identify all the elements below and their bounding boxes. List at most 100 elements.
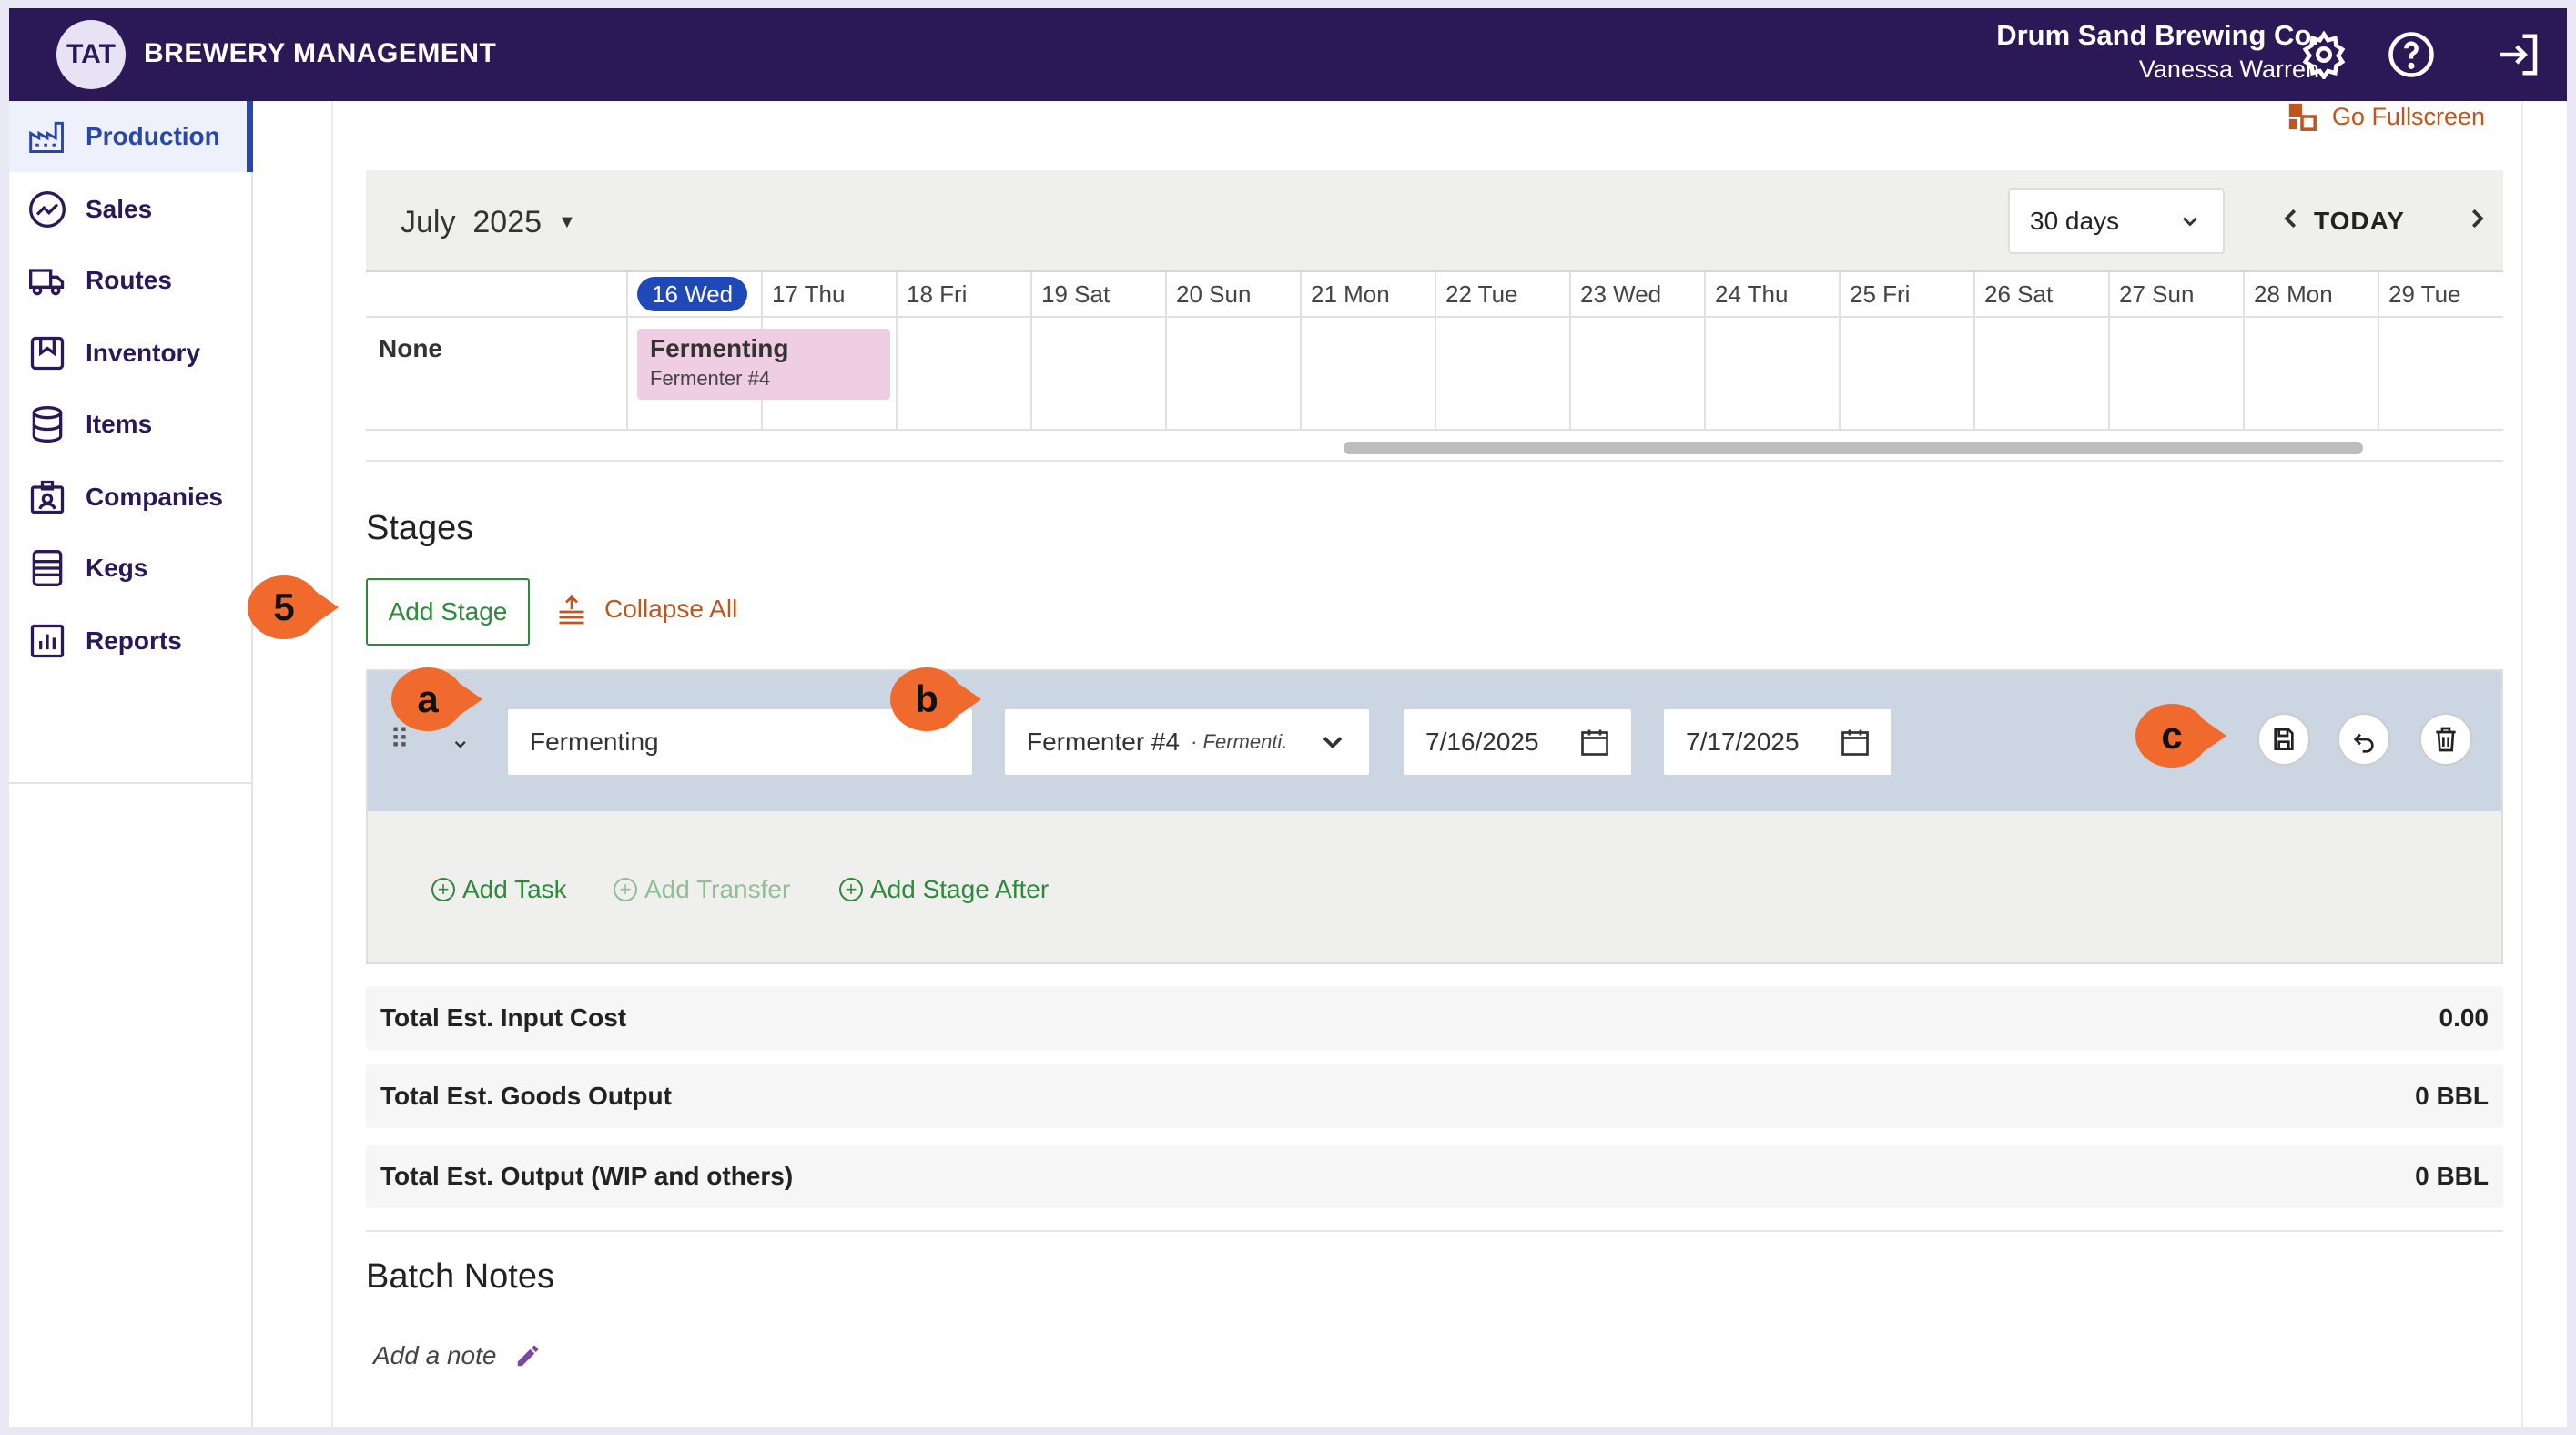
grid-line [1435, 318, 1436, 431]
sidebar-item-companies[interactable]: Companies [9, 462, 253, 533]
callout-badge: b [890, 667, 981, 731]
save-button[interactable] [2257, 713, 2310, 766]
gear-icon[interactable] [2299, 30, 2348, 81]
add-transfer-label: Add Transfer [644, 875, 791, 903]
plus-circle-icon: + [839, 878, 863, 901]
total-value: 0 BBL [2415, 1162, 2489, 1190]
day-column-header[interactable]: 23 Wed [1569, 272, 1704, 316]
stage-name-value: Fermenting [530, 728, 659, 756]
sidebar-item-sales[interactable]: Sales [9, 174, 253, 245]
sidebar-item-kegs[interactable]: Kegs [9, 533, 253, 604]
callout-badge: a [391, 667, 482, 731]
prev-arrow-icon[interactable] [2277, 205, 2305, 240]
add-transfer-button[interactable]: + Add Transfer [614, 875, 790, 904]
year-label: 2025 [472, 205, 543, 239]
sidebar-divider [9, 782, 253, 784]
end-date-value: 7/17/2025 [1686, 728, 1800, 756]
calendar-header: July 2025 ▼ 30 days TODAY [366, 170, 2503, 272]
range-select[interactable]: 30 days [2008, 188, 2225, 254]
undo-button[interactable] [2338, 713, 2390, 766]
grid-line [2108, 318, 2110, 431]
app-window: TAT BREWERY MANAGEMENT Drum Sand Brewing… [9, 8, 2567, 1427]
logout-icon[interactable] [2494, 30, 2543, 79]
app-title: BREWERY MANAGEMENT [144, 38, 497, 68]
day-column-header[interactable]: 26 Sat [1973, 272, 2108, 316]
total-value: 0 BBL [2415, 1082, 2489, 1110]
sidebar-item-inventory[interactable]: Inventory [9, 318, 253, 389]
calendar-icon[interactable] [1578, 726, 1611, 758]
add-task-button[interactable]: + Add Task [431, 875, 567, 904]
day-column-header[interactable]: 28 Mon [2243, 272, 2378, 316]
collapse-all-label: Collapse All [604, 595, 738, 623]
delete-button[interactable] [2419, 713, 2472, 766]
grid-line [2243, 318, 2245, 431]
total-row: Total Est. Goods Output 0 BBL [366, 1064, 2503, 1128]
next-arrow-icon[interactable] [2463, 205, 2490, 240]
chevron-down-icon [2182, 217, 2198, 227]
day-column-header[interactable]: 27 Sun [2108, 272, 2243, 316]
user-name: Vanessa Warren [2138, 56, 2319, 83]
day-column-header[interactable]: 17 Thu [761, 272, 896, 316]
collapse-icon [559, 595, 584, 625]
day-column-header[interactable]: 16 Wed [626, 272, 761, 316]
keg-icon [32, 550, 63, 586]
grid-line [1839, 318, 1841, 431]
go-fullscreen-link[interactable]: Go Fullscreen [2287, 101, 2485, 132]
total-label: Total Est. Input Cost [380, 1003, 627, 1032]
stages-heading: Stages [366, 509, 474, 547]
grid-line [2378, 318, 2379, 431]
grid-line [896, 318, 898, 431]
day-column-header[interactable]: 18 Fri [896, 272, 1030, 316]
end-date-input[interactable]: 7/17/2025 [1664, 709, 1891, 775]
total-label: Total Est. Goods Output [380, 1082, 672, 1110]
sidebar: Production Sales Routes Inventory Items … [9, 101, 253, 1427]
grid-line [626, 318, 628, 431]
help-icon[interactable] [2387, 30, 2436, 79]
range-value: 30 days [2030, 207, 2120, 235]
sidebar-item-label: Production [86, 122, 220, 150]
add-stage-after-button[interactable]: + Add Stage After [839, 875, 1049, 904]
factory-icon [29, 121, 64, 153]
save-icon [2274, 728, 2294, 750]
collapse-all-button[interactable]: Collapse All [555, 593, 737, 626]
day-column-header[interactable]: 19 Sat [1030, 272, 1165, 316]
vessel-select[interactable]: Fermenter #4 · Fermenti. [1005, 709, 1369, 775]
grid-line [1300, 318, 1302, 431]
day-column-header[interactable]: 20 Sun [1165, 272, 1300, 316]
calendar-icon[interactable] [1839, 726, 1871, 758]
day-column-header[interactable]: 21 Mon [1300, 272, 1435, 316]
day-column-header[interactable]: 29 Tue [2378, 272, 2503, 316]
day-column-header[interactable]: 25 Fri [1839, 272, 1973, 316]
sidebar-item-production[interactable]: Production [9, 101, 253, 172]
resource-row: None Fermenting Fermenter #4 [366, 316, 2503, 431]
sidebar-item-items[interactable]: Items [9, 389, 253, 460]
gantt-calendar: July 2025 ▼ 30 days TODAY 16 Wed 17 Thu [366, 170, 2503, 462]
add-stage-after-label: Add Stage After [870, 875, 1050, 903]
add-task-label: Add Task [462, 875, 567, 903]
day-column-header[interactable]: 22 Tue [1435, 272, 1569, 316]
month-label: July [401, 205, 456, 239]
horizontal-scrollbar[interactable] [1344, 442, 2363, 454]
truck-icon [29, 269, 65, 296]
total-label: Total Est. Output (WIP and others) [380, 1162, 794, 1190]
calendar-event[interactable]: Fermenting Fermenter #4 [637, 329, 890, 400]
sidebar-item-routes[interactable]: Routes [9, 245, 253, 316]
total-row: Total Est. Input Cost 0.00 [366, 986, 2503, 1050]
logo-text: TAT [66, 39, 116, 69]
company-name: Drum Sand Brewing Co. [1996, 19, 2319, 51]
sidebar-item-reports[interactable]: Reports [9, 606, 253, 677]
sidebar-item-label: Kegs [86, 554, 148, 582]
callout-badge: c [2135, 704, 2226, 768]
start-date-input[interactable]: 7/16/2025 [1404, 709, 1631, 775]
grid-line [1165, 318, 1167, 431]
day-column-header[interactable]: 24 Thu [1704, 272, 1839, 316]
month-picker[interactable]: July 2025 ▼ [401, 205, 576, 240]
chevron-down-icon [1323, 737, 1343, 749]
grid-line [1569, 318, 1571, 431]
today-button[interactable]: TODAY [2314, 207, 2405, 236]
divider [366, 1230, 2503, 1232]
add-stage-button[interactable]: Add Stage [366, 578, 530, 646]
add-note-field[interactable]: Add a note [373, 1341, 542, 1370]
app-logo[interactable]: TAT [56, 20, 126, 89]
plus-circle-icon: + [431, 878, 455, 901]
